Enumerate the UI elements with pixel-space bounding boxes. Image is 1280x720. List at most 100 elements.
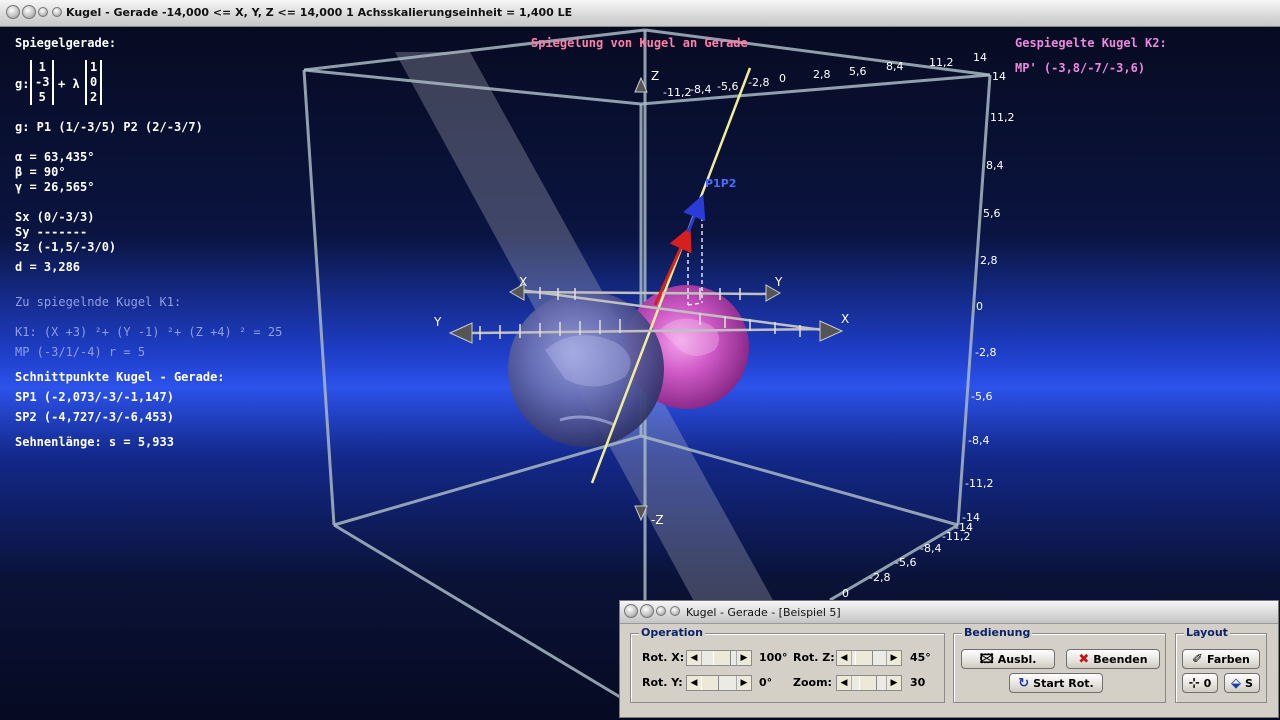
save-s-label: S <box>1245 676 1253 690</box>
window-restore-icon[interactable] <box>52 7 62 17</box>
axis-label-negz: -Z <box>651 513 664 527</box>
beenden-label: Beenden <box>1093 652 1148 666</box>
bottom-tick-labels: -14 -11,2 -8,4 -5,6 -2,8 0 <box>842 521 973 600</box>
g-points: g: P1 (1/-3/5) P2 (2/-3/7) <box>15 120 203 134</box>
g-label: g: <box>15 77 30 91</box>
axis-label-x-neg: X <box>519 275 527 289</box>
start-rotation-button[interactable]: ↻ Start Rot. <box>1009 673 1103 693</box>
arrow-left-icon[interactable]: ◀ <box>837 651 852 665</box>
title-bar: Kugel - Gerade -14,000 <= X, Y, Z <= 14,… <box>0 0 1280 27</box>
k2-midpoint: MP' (-3,8/-7/-3,6) <box>1015 61 1146 75</box>
right-tick: -2,8 <box>975 346 996 359</box>
rot-z-slider[interactable]: ◀ ▶ <box>836 650 902 666</box>
vector-a-x: 1 <box>38 60 46 74</box>
slider-thumb[interactable] <box>701 676 719 690</box>
right-tick: -8,4 <box>968 434 989 447</box>
gamma-value: γ = 26,565° <box>15 180 95 194</box>
right-tick: 8,4 <box>986 159 1004 172</box>
p1p2-label: P1P2 <box>705 177 736 190</box>
rot-x-slider[interactable]: ◀ ▶ <box>686 650 752 666</box>
vector-a-y: -3 <box>35 75 50 89</box>
right-tick: 11,2 <box>990 111 1015 124</box>
rot-y-label: Rot. Y: <box>642 676 683 689</box>
slider-thumb[interactable] <box>859 676 877 690</box>
top-tick: -8,4 <box>690 83 711 96</box>
beta-value: β = 90° <box>15 165 66 179</box>
top-tick: -2,8 <box>748 76 769 89</box>
arrow-left-icon[interactable]: ◀ <box>837 676 852 690</box>
arrow-right-icon[interactable]: ▶ <box>886 676 901 690</box>
crosshair-icon: ⊹ <box>1188 675 1200 691</box>
vector-a-z: 5 <box>38 90 46 104</box>
panel-restore-icon[interactable] <box>670 606 680 616</box>
bottom-tick: -5,6 <box>895 556 916 569</box>
bottom-tick: -8,4 <box>920 542 941 555</box>
chord-length: Sehnenlänge: s = 5,933 <box>15 435 174 449</box>
axis-label-x: X <box>841 312 849 326</box>
axis-x-cone <box>819 320 844 342</box>
operation-group: Operation Rot. X: ◀ ▶ 100° Rot. Z: ◀ ▶ 4… <box>630 626 945 703</box>
panel-title: Kugel - Gerade - [Beispiel 5] <box>686 606 841 619</box>
k1-equation: K1: (X +3) ²+ (Y -1) ²+ (Z +4) ² = 25 <box>15 325 283 339</box>
farben-button[interactable]: ✐ Farben <box>1182 649 1260 669</box>
right-tick-labels: 14 11,2 8,4 5,6 2,8 0 -2,8 -5,6 -8,4 -11… <box>962 70 1015 524</box>
axis-label-y: Y <box>433 315 442 329</box>
arrow-left-icon[interactable]: ◀ <box>687 651 702 665</box>
sx-value: Sx (0/-3/3) <box>15 210 95 224</box>
window-minimize-icon[interactable] <box>22 5 36 19</box>
right-tick: 5,6 <box>983 207 1001 220</box>
arrow-right-icon[interactable]: ▶ <box>736 676 751 690</box>
panel-menu-icon[interactable] <box>656 606 666 616</box>
hide-icon: 🖾 <box>979 651 994 667</box>
heading-spiegelgerade: Spiegelgerade: <box>15 36 117 50</box>
rot-x-label: Rot. X: <box>642 651 685 664</box>
top-tick: 8,4 <box>886 60 904 73</box>
rot-y-slider[interactable]: ◀ ▶ <box>686 675 752 691</box>
rotate-icon: ↻ <box>1018 675 1030 691</box>
layout-legend: Layout <box>1184 626 1230 639</box>
window-menu-icon[interactable] <box>38 7 48 17</box>
ausblenden-button[interactable]: 🖾 Ausbl. <box>961 649 1055 669</box>
rot-x-value: 100° <box>759 651 788 664</box>
top-tick: -11,2 <box>663 86 691 99</box>
arrow-right-icon[interactable]: ▶ <box>736 651 751 665</box>
window-close-icon[interactable] <box>6 5 20 19</box>
vector-a: 1 -3 5 <box>30 60 55 105</box>
right-tick: -11,2 <box>965 477 993 490</box>
farben-label: Farben <box>1207 652 1250 666</box>
vector-b-z: 2 <box>90 90 98 104</box>
bottom-tick: -2,8 <box>869 571 890 584</box>
right-tick: -5,6 <box>971 390 992 403</box>
close-x-icon: ✖ <box>1078 651 1090 667</box>
save-s-button[interactable]: ⬙ S <box>1224 673 1260 693</box>
control-panel: Kugel - Gerade - [Beispiel 5] Operation … <box>619 600 1279 718</box>
vector-b: 1 0 2 <box>85 60 103 105</box>
sz-value: Sz (-1,5/-3/0) <box>15 240 117 254</box>
right-tick: 14 <box>992 70 1006 83</box>
zoom-value: 30 <box>910 676 926 689</box>
panel-close-icon[interactable] <box>624 604 638 618</box>
k1-midpoint: MP (-3/1/-4) r = 5 <box>15 345 146 359</box>
right-tick: 2,8 <box>980 254 998 267</box>
zoom-slider[interactable]: ◀ ▶ <box>836 675 902 691</box>
beenden-button[interactable]: ✖ Beenden <box>1066 649 1160 669</box>
slider-thumb[interactable] <box>855 651 873 665</box>
plus-lambda: + λ <box>58 77 80 91</box>
ausblenden-label: Ausbl. <box>997 652 1037 666</box>
d-value: d = 3,286 <box>15 260 81 274</box>
bottom-tick: -11,2 <box>942 530 970 543</box>
vector-b-x: 1 <box>90 60 98 74</box>
rot-y-value: 0° <box>759 676 773 689</box>
sp2-value: SP2 (-4,727/-3/-6,453) <box>15 410 174 424</box>
panel-minimize-icon[interactable] <box>640 604 654 618</box>
arrow-left-icon[interactable]: ◀ <box>687 676 702 690</box>
k1-heading: Zu spiegelnde Kugel K1: <box>15 295 182 309</box>
brush-icon: ✐ <box>1192 651 1203 667</box>
intersect-heading: Schnittpunkte Kugel - Gerade: <box>15 370 225 384</box>
reset-zero-button[interactable]: ⊹ 0 <box>1182 673 1218 693</box>
window-title: Kugel - Gerade -14,000 <= X, Y, Z <= 14,… <box>66 6 573 19</box>
arrow-right-icon[interactable]: ▶ <box>886 651 901 665</box>
top-tick: 11,2 <box>929 56 954 69</box>
top-tick: 14 <box>973 51 987 64</box>
slider-thumb[interactable] <box>713 651 731 665</box>
